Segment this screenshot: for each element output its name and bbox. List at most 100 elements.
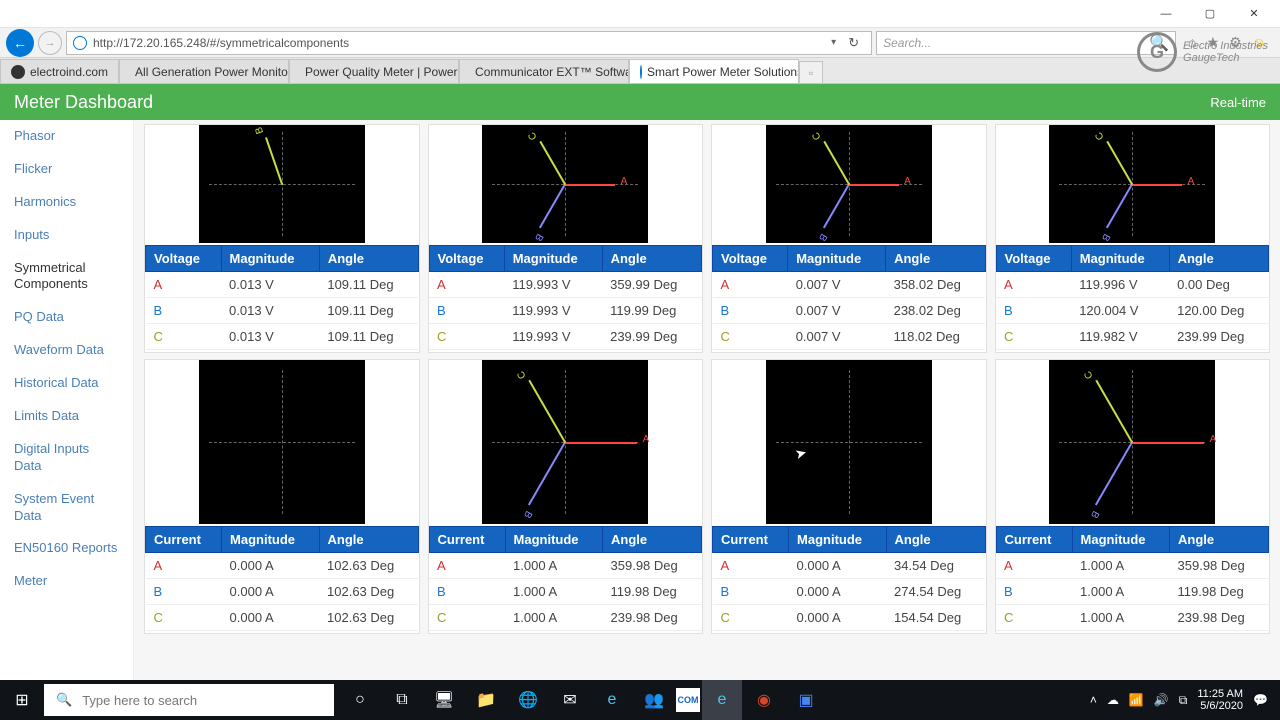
tab-pq[interactable]: Power Quality Meter | Power M... xyxy=(289,59,459,83)
new-tab-button[interactable]: ▫ xyxy=(799,61,823,83)
angle-cell: 102.63 Deg xyxy=(319,605,418,631)
data-table: VoltageMagnitudeAngleA0.007 V358.02 DegB… xyxy=(712,245,986,350)
url-input[interactable] xyxy=(93,36,825,50)
mag-cell: 0.000 A xyxy=(789,605,886,631)
mag-cell: 0.007 V xyxy=(788,272,886,298)
tab-allgen[interactable]: All Generation Power Monitori... xyxy=(119,59,289,83)
explorer-icon[interactable]: 📁 xyxy=(466,680,506,720)
browser-search-input[interactable] xyxy=(883,36,1149,50)
chrome-icon[interactable]: 🌐 xyxy=(508,680,548,720)
sidebar-item[interactable]: Flicker xyxy=(0,153,133,186)
table-row: A119.996 V0.00 Deg xyxy=(996,272,1269,298)
col-header: Magnitude xyxy=(504,246,602,272)
app-icon[interactable]: COM xyxy=(676,688,700,712)
phase-cell: B xyxy=(996,579,1072,605)
phase-cell: A xyxy=(996,553,1072,579)
sidebar-item[interactable]: Harmonics xyxy=(0,186,133,219)
col-header: Voltage xyxy=(996,246,1071,272)
cortana-icon[interactable]: ○ xyxy=(340,680,380,720)
col-header: Angle xyxy=(1170,527,1269,553)
angle-cell: 359.98 Deg xyxy=(1170,553,1269,579)
volume-icon[interactable]: 🔊 xyxy=(1154,693,1169,707)
ie-icon xyxy=(73,36,87,50)
clock-time: 11:25 AM xyxy=(1197,688,1243,700)
mag-cell: 119.993 V xyxy=(504,324,602,350)
angle-cell: 34.54 Deg xyxy=(886,553,985,579)
taskbar-search[interactable]: 🔍 Type here to search xyxy=(44,684,334,716)
angle-cell: 239.98 Deg xyxy=(603,605,702,631)
sidebar: PhasorFlickerHarmonicsInputsSymmetrical … xyxy=(0,120,134,680)
logo-line1: Electro Industries xyxy=(1183,40,1268,52)
phase-cell: B xyxy=(429,579,505,605)
angle-cell: 102.63 Deg xyxy=(319,553,418,579)
tray-up-icon[interactable]: ˄ xyxy=(1090,693,1097,707)
wifi-icon[interactable]: 📶 xyxy=(1129,693,1144,707)
sidebar-item[interactable]: System Event Data xyxy=(0,483,133,533)
close-button[interactable]: ✕ xyxy=(1232,2,1276,26)
mag-cell: 0.000 A xyxy=(222,553,319,579)
sidebar-item[interactable]: Digital Inputs Data xyxy=(0,433,133,483)
tab-comm[interactable]: Communicator EXT™ Software... xyxy=(459,59,629,83)
ie-taskbar-icon[interactable]: e xyxy=(702,680,742,720)
mag-cell: 119.996 V xyxy=(1071,272,1169,298)
angle-cell: 119.99 Deg xyxy=(602,298,701,324)
angle-cell: 109.11 Deg xyxy=(319,324,418,350)
app-header: Meter Dashboard Real-time xyxy=(0,84,1280,120)
cloud-icon[interactable]: ☁ xyxy=(1107,693,1119,707)
sidebar-item[interactable]: Historical Data xyxy=(0,367,133,400)
taskview-icon[interactable]: ⧉ xyxy=(382,680,422,720)
table-row: A0.007 V358.02 Deg xyxy=(713,272,986,298)
tab-electroind[interactable]: electroind.com xyxy=(0,59,119,83)
meter-card: ABCCurrentMagnitudeAngleA1.000 A359.98 D… xyxy=(428,359,704,634)
taskbar-clock[interactable]: 11:25 AM 5/6/2020 xyxy=(1197,688,1243,712)
col-header: Magnitude xyxy=(222,527,319,553)
phasor-diagram: ABC xyxy=(1049,360,1215,524)
forward-button[interactable]: → xyxy=(38,31,62,55)
url-field-wrap[interactable]: ▾ ↻ xyxy=(66,31,872,55)
sidebar-item[interactable]: Limits Data xyxy=(0,400,133,433)
edge-icon[interactable]: e xyxy=(592,680,632,720)
sidebar-item[interactable]: PQ Data xyxy=(0,301,133,334)
browser-search-wrap[interactable]: 🔍 xyxy=(876,31,1176,55)
powerpoint-icon[interactable]: ◉ xyxy=(744,680,784,720)
col-header: Angle xyxy=(319,246,418,272)
monitor-icon[interactable]: 🖥 xyxy=(424,680,464,720)
col-header: Magnitude xyxy=(1072,527,1169,553)
dropdown-icon[interactable]: ▾ xyxy=(831,37,836,48)
sidebar-item[interactable]: Phasor xyxy=(0,120,133,153)
table-row: C1.000 A239.98 Deg xyxy=(429,605,702,631)
start-button[interactable]: ⊞ xyxy=(0,680,44,720)
mag-cell: 1.000 A xyxy=(505,579,602,605)
main-area: PhasorFlickerHarmonicsInputsSymmetrical … xyxy=(0,120,1280,680)
sidebar-item[interactable]: Meter xyxy=(0,565,133,598)
sidebar-item[interactable]: EN50160 Reports xyxy=(0,532,133,565)
sidebar-item[interactable]: Waveform Data xyxy=(0,334,133,367)
mag-cell: 0.013 V xyxy=(221,324,319,350)
phasor-diagram xyxy=(199,360,365,524)
maximize-button[interactable]: ▢ xyxy=(1188,2,1232,26)
angle-cell: 154.54 Deg xyxy=(886,605,985,631)
angle-cell: 102.63 Deg xyxy=(319,579,418,605)
lang-icon[interactable]: ⧉ xyxy=(1179,693,1188,708)
data-table: CurrentMagnitudeAngleA1.000 A359.98 DegB… xyxy=(429,526,703,631)
window-titlebar: — ▢ ✕ xyxy=(0,0,1280,28)
back-button[interactable]: ← xyxy=(6,29,34,57)
refresh-button[interactable]: ↻ xyxy=(842,35,865,51)
logo-icon: G xyxy=(1137,32,1177,72)
angle-cell: 358.02 Deg xyxy=(886,272,985,298)
minimize-button[interactable]: — xyxy=(1144,2,1188,26)
meter-card: ABCVoltageMagnitudeAngleA119.996 V0.00 D… xyxy=(995,124,1271,353)
phasor-diagram: ABC xyxy=(482,360,648,524)
camera-icon[interactable]: ▣ xyxy=(786,680,826,720)
table-row: C119.993 V239.99 Deg xyxy=(429,324,702,350)
teams-icon[interactable]: 👥 xyxy=(634,680,674,720)
sidebar-item[interactable]: Inputs xyxy=(0,219,133,252)
sidebar-item[interactable]: Symmetrical Components xyxy=(0,252,133,302)
meter-card: CurrentMagnitudeAngleA0.000 A102.63 DegB… xyxy=(144,359,420,634)
notifications-icon[interactable]: 💬 xyxy=(1253,693,1268,707)
table-row: B120.004 V120.00 Deg xyxy=(996,298,1269,324)
tab-smart-power[interactable]: Smart Power Meter Solutions✕ xyxy=(629,59,799,83)
tab-label: electroind.com xyxy=(30,65,108,79)
table-row: A0.013 V109.11 Deg xyxy=(146,272,419,298)
mail-icon[interactable]: ✉ xyxy=(550,680,590,720)
